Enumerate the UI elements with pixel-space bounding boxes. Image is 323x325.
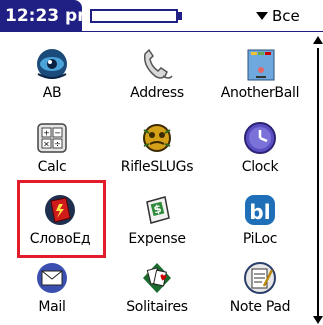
- app-calc[interactable]: + − × ÷ Calc: [2, 116, 102, 182]
- category-label: Все: [272, 7, 300, 25]
- title-underline: [82, 31, 323, 32]
- app-label: Note Pad: [229, 299, 291, 315]
- app-label: Expense: [128, 231, 186, 247]
- clock-icon: [244, 122, 276, 154]
- mail-icon: [37, 263, 67, 293]
- svg-text:×: ×: [43, 140, 50, 149]
- selected-app-highlight: [17, 180, 106, 258]
- app-piloc[interactable]: bl PiLoc: [210, 188, 310, 254]
- app-label: PiLoc: [242, 231, 278, 247]
- category-dropdown[interactable]: Все: [256, 0, 323, 32]
- svg-text:÷: ÷: [54, 140, 61, 149]
- svg-text:+: +: [43, 129, 50, 138]
- app-label: RifleSLUGs: [120, 159, 194, 175]
- dropdown-triangle-icon: [256, 12, 268, 20]
- address-phone-icon: [143, 48, 173, 79]
- app-expense[interactable]: $ Expense: [107, 188, 207, 254]
- app-rifleslugs[interactable]: RifleSLUGs: [107, 116, 207, 182]
- scrollbar[interactable]: [313, 36, 323, 325]
- app-clock[interactable]: Clock: [210, 116, 310, 182]
- title-bar: 12:23 pm Все: [0, 0, 323, 32]
- solitaires-icon: [143, 263, 171, 293]
- app-address[interactable]: Address: [107, 42, 207, 108]
- anotherball-icon: [247, 49, 275, 81]
- rifleslugs-icon: [143, 124, 171, 152]
- calculator-icon: + − × ÷: [37, 123, 67, 153]
- piloc-icon: bl: [245, 195, 275, 225]
- app-label: AnotherBall: [220, 85, 300, 101]
- scroll-track[interactable]: [317, 48, 319, 318]
- app-ab[interactable]: AB: [2, 42, 102, 108]
- scroll-down-arrow-icon[interactable]: [313, 316, 323, 324]
- app-label: Address: [130, 85, 184, 101]
- app-label: Clock: [241, 159, 279, 175]
- time-display[interactable]: 12:23 pm: [0, 0, 95, 32]
- ab-icon: [37, 49, 67, 79]
- app-mail[interactable]: Mail: [2, 256, 102, 322]
- scroll-up-arrow-icon[interactable]: [313, 36, 323, 44]
- app-notepad[interactable]: Note Pad: [210, 256, 310, 322]
- battery-gauge-icon: [90, 9, 178, 23]
- app-label: Solitaires: [126, 299, 188, 315]
- app-anotherball[interactable]: AnotherBall: [210, 42, 310, 108]
- svg-text:bl: bl: [249, 200, 270, 224]
- app-solitaires[interactable]: Solitaires: [107, 256, 207, 322]
- app-label: Mail: [38, 299, 66, 315]
- expense-icon: $: [146, 196, 170, 224]
- app-label: Calc: [37, 159, 67, 175]
- notepad-icon: [244, 262, 276, 294]
- svg-text:−: −: [54, 129, 61, 138]
- app-label: AB: [42, 85, 62, 101]
- battery-cap: [178, 12, 182, 20]
